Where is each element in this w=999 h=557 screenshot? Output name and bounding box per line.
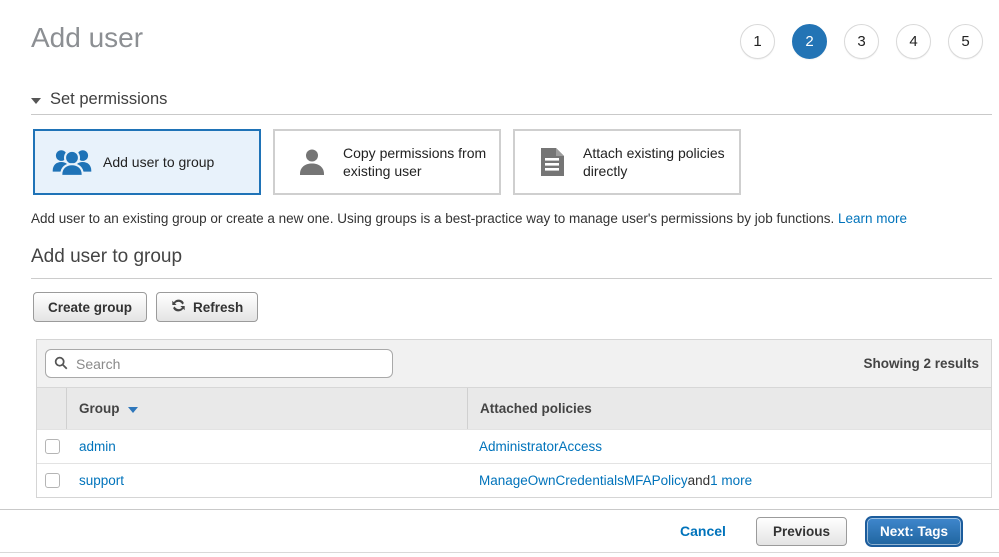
group-column-label: Group: [79, 401, 120, 416]
group-section-title: Add user to group: [31, 246, 992, 268]
group-link[interactable]: admin: [79, 439, 116, 454]
set-permissions-section-toggle[interactable]: Set permissions: [31, 90, 167, 109]
step-5: 5: [948, 24, 983, 59]
previous-button[interactable]: Previous: [756, 517, 847, 546]
policies-column-label: Attached policies: [480, 401, 592, 416]
permission-option-cards: Add user to group Copy permissions from …: [33, 129, 992, 195]
header-checkbox-cell: [37, 388, 67, 429]
more-policies-link[interactable]: 1 more: [710, 473, 752, 488]
user-icon: [287, 147, 337, 177]
create-group-label: Create group: [48, 300, 132, 315]
step-4: 4: [896, 24, 931, 59]
column-header-group[interactable]: Group: [67, 401, 467, 416]
users-group-icon: [47, 147, 97, 177]
refresh-button[interactable]: Refresh: [156, 292, 258, 322]
sort-down-icon: [128, 407, 138, 413]
next-tags-button[interactable]: Next: Tags: [865, 516, 963, 547]
learn-more-link[interactable]: Learn more: [838, 211, 907, 226]
cancel-button[interactable]: Cancel: [680, 523, 726, 539]
option-label: Add user to group: [103, 153, 222, 171]
and-text: and: [688, 473, 711, 488]
step-3: 3: [844, 24, 879, 59]
create-group-button[interactable]: Create group: [33, 292, 147, 322]
column-header-attached-policies: Attached policies: [467, 388, 991, 429]
table-header: Group Attached policies: [37, 387, 991, 429]
group-actions: Create group Refresh: [33, 292, 992, 322]
results-count: Showing 2 results: [863, 356, 979, 371]
option-copy-permissions[interactable]: Copy permissions from existing user: [273, 129, 501, 195]
chevron-down-icon: [31, 98, 41, 104]
option-attach-policies[interactable]: Attach existing policies directly: [513, 129, 741, 195]
policy-link[interactable]: AdministratorAccess: [479, 439, 602, 454]
table-row: admin AdministratorAccess: [37, 429, 991, 463]
description-text: Add user to an existing group or create …: [31, 211, 834, 226]
option-label: Copy permissions from existing user: [343, 144, 499, 180]
group-link[interactable]: support: [79, 473, 124, 488]
option-add-user-to-group[interactable]: Add user to group: [33, 129, 261, 195]
section-title: Set permissions: [50, 90, 167, 109]
groups-table: Showing 2 results Group Attached policie…: [36, 339, 992, 498]
row-checkbox-admin[interactable]: [45, 439, 60, 454]
search-icon: [54, 356, 68, 375]
option-label: Attach existing policies directly: [583, 144, 739, 180]
step-2-active: 2: [792, 24, 827, 59]
group-section-divider: [31, 278, 992, 279]
section-divider: [31, 114, 992, 115]
refresh-icon: [171, 298, 186, 316]
row-checkbox-support[interactable]: [45, 473, 60, 488]
wizard-footer: Cancel Previous Next: Tags: [0, 509, 999, 553]
step-1: 1: [740, 24, 775, 59]
document-icon: [527, 147, 577, 177]
policy-link[interactable]: ManageOwnCredentialsMFAPolicy: [479, 473, 688, 488]
search-input[interactable]: [45, 349, 393, 378]
table-toolbar: Showing 2 results: [37, 340, 991, 387]
wizard-steps: 1 2 3 4 5: [740, 24, 983, 59]
permissions-description: Add user to an existing group or create …: [31, 211, 992, 226]
table-row: support ManageOwnCredentialsMFAPolicy an…: [37, 463, 991, 497]
refresh-label: Refresh: [193, 300, 243, 315]
add-user-wizard: 1 2 3 4 5 Add user Set permissions: [0, 0, 999, 557]
